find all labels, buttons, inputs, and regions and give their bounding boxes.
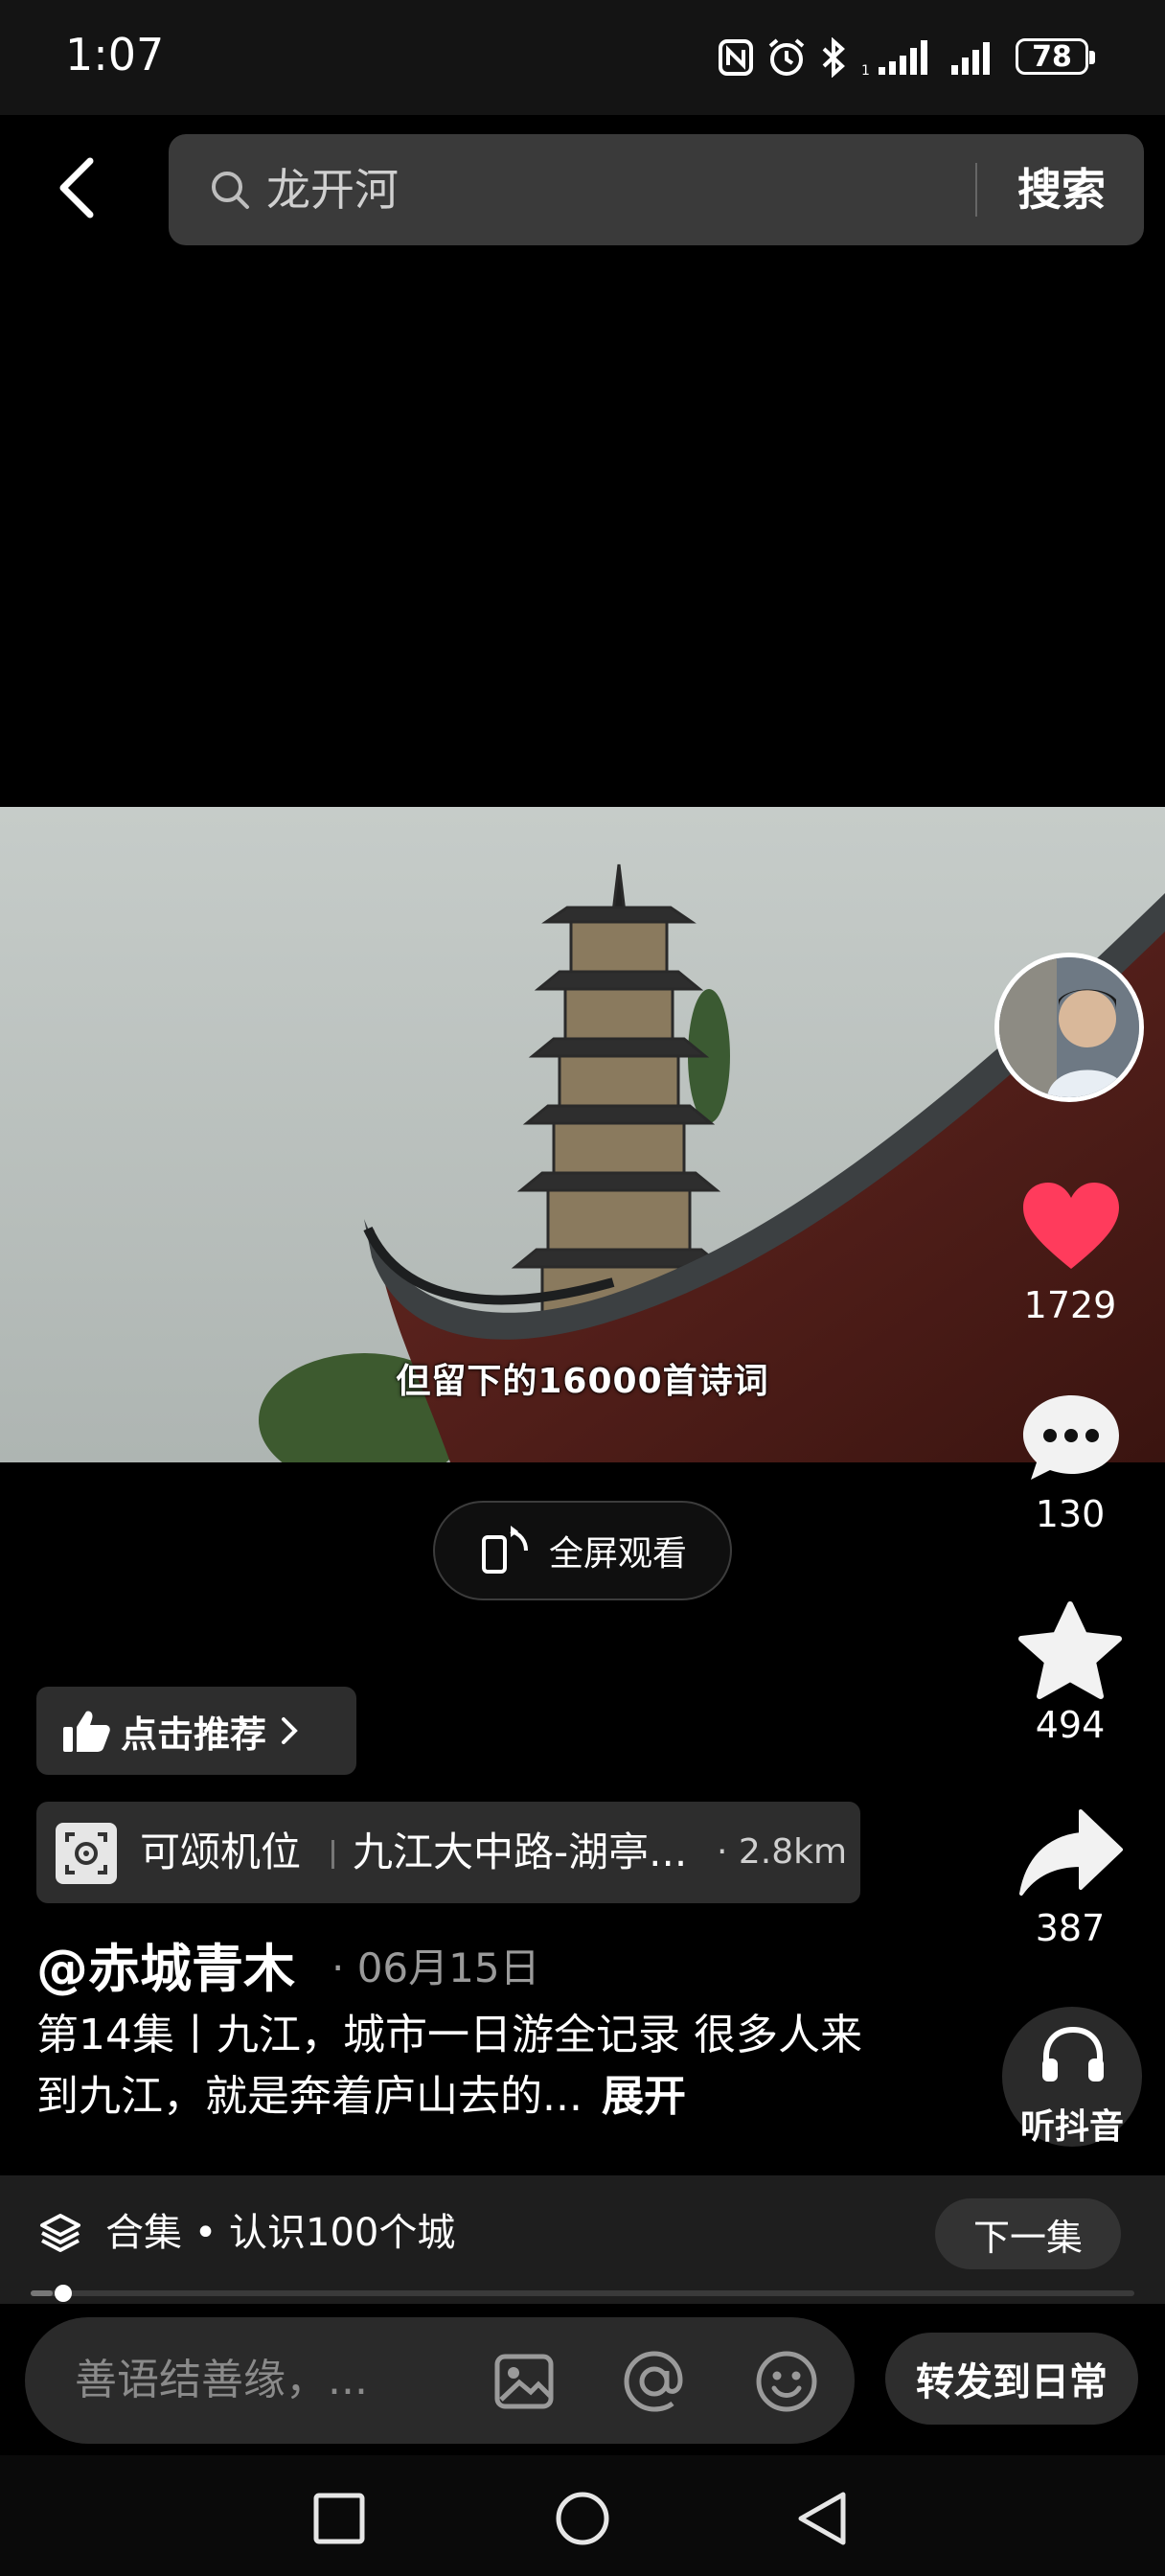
progress-fill <box>31 2290 54 2296</box>
search-divider <box>975 163 977 217</box>
recent-apps-icon[interactable] <box>312 2492 366 2545</box>
star-icon <box>1018 1601 1122 1699</box>
avatar-image <box>999 957 1139 1097</box>
image-icon[interactable] <box>492 2350 556 2413</box>
search-input[interactable]: 龙开河 <box>266 159 399 220</box>
bluetooth-icon <box>816 36 851 79</box>
next-episode-button[interactable]: 下一集 <box>935 2198 1121 2269</box>
status-time: 1:07 <box>65 29 165 80</box>
recommend-label: 点击推荐 <box>121 1713 267 1756</box>
rotate-screen-icon <box>481 1526 528 1574</box>
back-nav-icon[interactable] <box>795 2490 851 2547</box>
back-button[interactable] <box>48 153 109 222</box>
search-button[interactable]: 搜索 <box>1017 159 1106 220</box>
share-arrow-icon <box>1019 1809 1123 1896</box>
location-distance: · 2.8km <box>717 1832 848 1872</box>
battery-icon: 78 <box>1016 38 1095 75</box>
listen-label: 听抖音 <box>1019 2107 1124 2147</box>
expand-button[interactable]: 展开 <box>602 2072 686 2121</box>
status-bar: 1:07 1 78 <box>0 0 1165 115</box>
layers-icon <box>40 2214 80 2252</box>
mention-icon[interactable] <box>621 2348 688 2415</box>
comment-placeholder: 善语结善缘，... <box>75 2356 368 2404</box>
location-label: 可颂机位 <box>140 1828 302 1875</box>
share-button[interactable] <box>1017 1807 1125 1898</box>
location-separator <box>331 1840 334 1869</box>
video-subtitle: 但留下的16000首诗词 <box>396 1362 769 1401</box>
heart-icon <box>1023 1183 1119 1269</box>
recommend-button[interactable]: 点击推荐 <box>36 1687 356 1775</box>
signal-icon <box>948 36 1000 79</box>
share-count: 387 <box>1035 1907 1106 1949</box>
svg-text:1: 1 <box>861 63 870 77</box>
description-text: 第14集丨九江，城市一日游全记录 很多人来到九江，就是奔着庐山去的... <box>36 2011 862 2121</box>
collection-bar[interactable]: 合集 • 认识100个城 下一集 <box>0 2175 1165 2304</box>
back-arrow-icon <box>59 157 94 218</box>
emoji-icon[interactable] <box>753 2348 820 2415</box>
signal-icon: 1 <box>860 36 931 79</box>
author-name[interactable]: @赤城青木 <box>36 1926 295 2002</box>
comment-bar: 善语结善缘，... 转发到日常 <box>0 2304 1165 2455</box>
video-progress-bar[interactable] <box>31 2285 1134 2302</box>
collection-label: 合集 • 认识100个城 <box>105 2211 456 2255</box>
comment-button[interactable] <box>1021 1392 1121 1484</box>
alarm-icon <box>765 36 809 79</box>
comment-icon <box>1023 1395 1119 1480</box>
author-avatar[interactable] <box>994 953 1144 1102</box>
location-place: 九江大中路-湖亭... <box>353 1828 688 1875</box>
forward-to-daily-button[interactable]: 转发到日常 <box>885 2333 1138 2425</box>
thumbs-up-icon <box>63 1711 110 1752</box>
post-date: · 06月15日 <box>331 1944 540 1991</box>
favorite-count: 494 <box>1035 1704 1106 1746</box>
location-badge-icon <box>56 1823 117 1884</box>
like-count: 1729 <box>1023 1284 1117 1326</box>
system-nav-bar <box>0 2455 1165 2576</box>
search-bar[interactable]: 龙开河 搜索 <box>169 134 1144 245</box>
fullscreen-button[interactable]: 全屏观看 <box>433 1501 732 1600</box>
comment-input[interactable]: 善语结善缘，... <box>25 2317 855 2444</box>
video-description: 第14集丨九江，城市一日游全记录 很多人来到九江，就是奔着庐山去的... 展开 <box>36 2005 899 2128</box>
home-icon[interactable] <box>554 2490 611 2547</box>
nfc-icon <box>715 36 757 79</box>
like-button[interactable] <box>1021 1181 1121 1273</box>
location-tag[interactable]: 可颂机位 九江大中路-湖亭... · 2.8km <box>36 1802 860 1903</box>
headphones-icon <box>1042 2026 1104 2082</box>
favorite-button[interactable] <box>1017 1600 1123 1700</box>
fullscreen-label: 全屏观看 <box>548 1534 687 1574</box>
chevron-right-icon <box>282 1717 298 1744</box>
battery-level: 78 <box>1032 39 1072 74</box>
search-icon <box>212 172 249 209</box>
progress-handle[interactable] <box>55 2285 73 2302</box>
listen-douyin-button[interactable]: 听抖音 <box>1000 2007 1165 2150</box>
comment-count: 130 <box>1035 1493 1106 1535</box>
